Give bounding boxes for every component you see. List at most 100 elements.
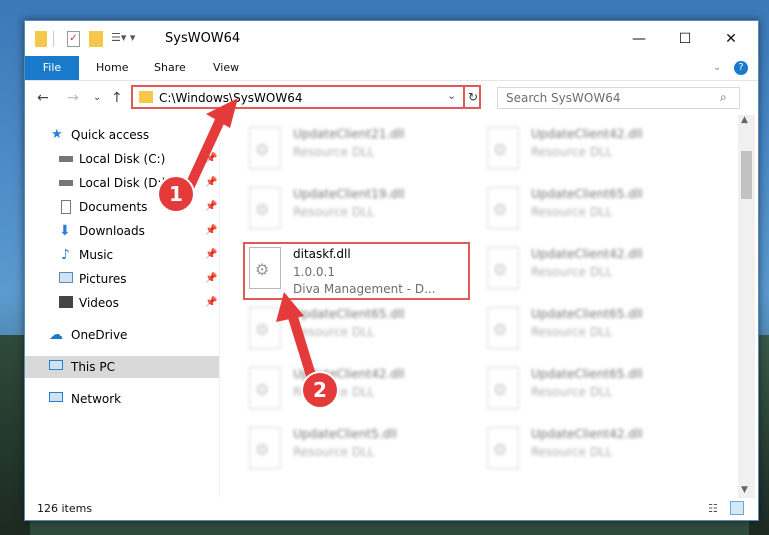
file-type: Resource DLL (531, 205, 613, 219)
minimize-button[interactable]: — (616, 21, 662, 56)
file-type: Resource DLL (531, 145, 613, 159)
file-type: Resource DLL (531, 445, 613, 459)
file-tile[interactable]: UpdateClient42.dll Resource DLL (481, 121, 706, 177)
file-tile[interactable]: UpdateClient42.dll Resource DLL (481, 421, 706, 477)
file-name: UpdateClient19.dll (293, 187, 405, 201)
scroll-down-icon[interactable]: ▼ (741, 485, 748, 495)
nav-network[interactable]: Network (25, 388, 219, 410)
file-list: UpdateClient21.dll Resource DLL UpdateCl… (221, 115, 738, 498)
scroll-up-icon[interactable]: ▲ (741, 115, 748, 125)
file-tile[interactable]: UpdateClient21.dll Resource DLL (243, 121, 468, 177)
refresh-icon[interactable]: ↻ (463, 87, 481, 107)
pin-icon[interactable]: 📌 (205, 244, 217, 266)
nav-downloads[interactable]: ⬇ Downloads 📌 (25, 220, 219, 242)
file-name: UpdateClient65.dll (531, 187, 643, 201)
tab-home[interactable]: Home (96, 56, 128, 80)
recent-locations-icon[interactable]: ⌄ (93, 92, 101, 103)
forward-arrow-icon[interactable]: → (67, 90, 79, 106)
nav-pictures[interactable]: Pictures 📌 (25, 268, 219, 290)
expand-ribbon-icon[interactable]: ⌄ (713, 56, 721, 80)
explorer-window: ✓ ☰▾ ▾ SysWOW64 — ☐ ✕ File Home Share Vi… (24, 20, 759, 521)
tab-share[interactable]: Share (154, 56, 186, 80)
nav-local-disk-c[interactable]: Local Disk (C:) 📌 (25, 148, 219, 170)
address-bar[interactable]: C:\Windows\SysWOW64 ⌄ ↻ (131, 85, 481, 109)
close-button[interactable]: ✕ (708, 21, 754, 56)
drive-icon (59, 156, 73, 162)
dll-file-icon (487, 367, 519, 409)
back-arrow-icon[interactable]: ← (37, 90, 49, 106)
nav-label: Music (79, 248, 114, 262)
file-type: Resource DLL (293, 325, 375, 339)
nav-music[interactable]: ♪ Music 📌 (25, 244, 219, 266)
scroll-thumb[interactable] (741, 151, 752, 199)
dll-file-icon (487, 127, 519, 169)
nav-label: Videos (79, 296, 119, 310)
nav-label: Pictures (79, 272, 127, 286)
computer-icon (49, 360, 63, 370)
help-icon[interactable]: ? (734, 61, 748, 75)
maximize-button[interactable]: ☐ (662, 21, 708, 56)
pin-icon[interactable]: 📌 (205, 220, 217, 242)
file-name: UpdateClient65.dll (293, 307, 405, 321)
highlight-box (243, 242, 470, 300)
tab-file[interactable]: File (25, 56, 79, 80)
file-tile[interactable]: UpdateClient65.dll Resource DLL (481, 301, 706, 357)
nav-label: Local Disk (C:) (79, 152, 166, 166)
tab-view[interactable]: View (213, 56, 239, 80)
address-row: ← → ⌄ ↑ C:\Windows\SysWOW64 ⌄ ↻ Search S… (25, 81, 758, 115)
search-input[interactable]: Search SysWOW64 ⌕ (497, 87, 740, 109)
nav-onedrive[interactable]: ☁ OneDrive (25, 324, 219, 346)
folder-icon (139, 91, 153, 103)
file-tile[interactable]: UpdateClient65.dll Resource DLL (243, 301, 468, 357)
pin-icon[interactable]: 📌 (205, 196, 217, 218)
vertical-scrollbar[interactable]: ▲ ▼ (738, 115, 755, 498)
nav-label: Quick access (71, 128, 150, 142)
nav-label: Local Disk (D:) (79, 176, 167, 190)
network-icon (49, 392, 63, 402)
search-icon[interactable]: ⌕ (720, 90, 727, 105)
callout-1: 1 (159, 177, 193, 211)
pin-icon[interactable]: 📌 (205, 172, 217, 194)
file-type: Resource DLL (531, 325, 613, 339)
dll-file-icon (487, 247, 519, 289)
file-tile[interactable]: UpdateClient19.dll Resource DLL (243, 181, 468, 237)
file-tile[interactable]: UpdateClient42.dll Resource DLL (481, 241, 706, 297)
cloud-icon: ☁ (49, 327, 63, 343)
properties-icon[interactable]: ✓ (67, 31, 80, 47)
address-path: C:\Windows\SysWOW64 (159, 91, 303, 105)
file-tile[interactable]: UpdateClient65.dll Resource DLL (481, 361, 706, 417)
customize-toolbar-icon[interactable]: ☰▾ ▾ (111, 31, 141, 47)
film-icon (59, 296, 73, 308)
download-arrow-icon: ⬇ (59, 223, 71, 239)
file-type: Resource DLL (293, 145, 375, 159)
pin-icon[interactable]: 📌 (205, 292, 217, 314)
nav-label: Downloads (79, 224, 145, 238)
file-tile[interactable]: UpdateClient42.dll Resource DLL (243, 361, 468, 417)
tiles-view-icon[interactable] (730, 501, 744, 515)
item-count: 126 items (37, 502, 93, 515)
documents-icon (61, 200, 71, 214)
dll-file-icon (487, 307, 519, 349)
details-view-icon[interactable]: ☷ (708, 502, 718, 515)
dll-file-icon (487, 187, 519, 229)
file-name: UpdateClient42.dll (531, 127, 643, 141)
folder-icon (35, 31, 47, 47)
file-tile[interactable]: UpdateClient65.dll Resource DLL (481, 181, 706, 237)
pin-icon[interactable]: 📌 (205, 268, 217, 290)
nav-label: Documents (79, 200, 148, 214)
nav-this-pc[interactable]: This PC (25, 356, 219, 378)
file-name: UpdateClient42.dll (531, 247, 643, 261)
dll-file-icon (249, 427, 281, 469)
dll-file-icon (487, 427, 519, 469)
up-arrow-icon[interactable]: ↑ (111, 90, 123, 106)
new-folder-icon[interactable] (89, 31, 103, 47)
drive-icon (59, 180, 73, 186)
nav-videos[interactable]: Videos 📌 (25, 292, 219, 314)
pin-icon[interactable]: 📌 (205, 148, 217, 170)
dll-file-icon (249, 127, 281, 169)
address-dropdown-icon[interactable]: ⌄ (447, 89, 456, 102)
file-tile[interactable]: UpdateClient5.dll Resource DLL (243, 421, 468, 477)
nav-quick-access[interactable]: ★ Quick access (25, 124, 219, 146)
status-bar: 126 items ☷ (25, 498, 758, 520)
dll-file-icon (249, 307, 281, 349)
